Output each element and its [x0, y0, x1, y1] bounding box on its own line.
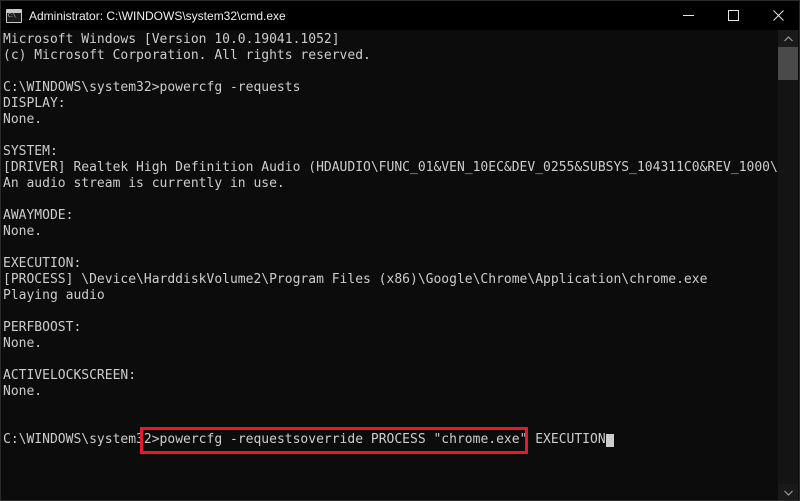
console-line: Microsoft Windows [Version 10.0.19041.10…	[3, 32, 340, 47]
console-line: None.	[3, 384, 43, 399]
console-line: An audio stream is currently in use.	[3, 176, 285, 191]
close-button[interactable]	[756, 1, 799, 30]
chevron-down-icon	[783, 490, 793, 496]
vertical-scrollbar[interactable]	[778, 30, 798, 500]
scroll-up-button[interactable]	[778, 30, 798, 47]
console-line: (c) Microsoft Corporation. All rights re…	[3, 48, 371, 63]
scroll-down-button[interactable]	[778, 484, 798, 500]
console-line: C:\WINDOWS\system32>powercfg -requests	[3, 80, 301, 95]
minimize-button[interactable]	[666, 1, 711, 30]
chevron-up-icon	[783, 35, 793, 41]
console-line: None.	[3, 112, 43, 127]
console-line: DISPLAY:	[3, 96, 66, 111]
title-bar[interactable]: Administrator: C:\WINDOWS\system32\cmd.e…	[1, 1, 799, 30]
scrollbar-track[interactable]	[778, 47, 798, 484]
console-output-area[interactable]: Microsoft Windows [Version 10.0.19041.10…	[1, 30, 779, 500]
console-line: [PROCESS] \Device\HarddiskVolume2\Progra…	[3, 272, 708, 287]
console-line: EXECUTION:	[3, 256, 82, 271]
console-line: ACTIVELOCKSCREEN:	[3, 368, 137, 383]
shell-prompt: C:\WINDOWS\system32>	[3, 432, 160, 447]
typed-command[interactable]: powercfg -requestsoverride PROCESS "chro…	[160, 432, 606, 448]
console-line: Playing audio	[3, 288, 105, 303]
console-line: AWAYMODE:	[3, 208, 74, 223]
console-line: None.	[3, 224, 43, 239]
console-line: SYSTEM:	[3, 144, 58, 159]
console-line: None.	[3, 336, 43, 351]
window-controls	[666, 1, 799, 30]
maximize-button[interactable]	[711, 1, 756, 30]
cmd-console-icon	[6, 8, 22, 23]
scrollbar-thumb[interactable]	[778, 47, 798, 80]
current-prompt-line[interactable]: C:\WINDOWS\system32> powercfg -requestsov…	[3, 427, 779, 454]
cmd-window: Administrator: C:\WINDOWS\system32\cmd.e…	[0, 0, 800, 501]
block-cursor-icon	[605, 433, 614, 447]
window-title: Administrator: C:\WINDOWS\system32\cmd.e…	[29, 8, 286, 23]
console-line: PERFBOOST:	[3, 320, 82, 335]
console-line: [DRIVER] Realtek High Definition Audio (…	[3, 160, 779, 175]
